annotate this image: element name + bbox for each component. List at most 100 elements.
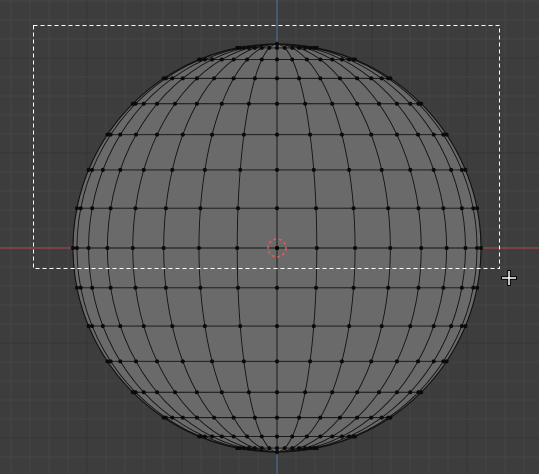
mesh-vertex [386, 285, 391, 290]
mesh-vertex [141, 390, 146, 395]
mesh-vertex [241, 45, 246, 50]
mesh-vertex [198, 285, 203, 290]
mesh-vertex [105, 246, 110, 250]
mesh-vertex [339, 57, 344, 62]
mesh-vertex [194, 390, 199, 395]
mesh-vertex [449, 167, 454, 172]
mesh-vertex [308, 359, 313, 364]
3d-viewport[interactable] [0, 0, 539, 474]
mesh-vertex [297, 45, 302, 50]
mesh-vertex [308, 45, 313, 50]
mesh-vertex [155, 390, 160, 395]
mesh-vertex [275, 434, 279, 439]
mesh-vertex [394, 132, 399, 137]
mesh-vertex [259, 45, 264, 50]
mesh-vertex [297, 76, 302, 81]
mesh-vertex [347, 324, 352, 329]
mesh-vertex [133, 359, 138, 364]
mesh-vertex [353, 434, 358, 439]
mesh-vertex [198, 434, 203, 439]
mesh-vertex [170, 167, 175, 172]
mesh-vertex [180, 359, 185, 364]
mesh-vertex [386, 206, 391, 211]
mesh-vertex [394, 101, 399, 106]
mesh-vertex [210, 57, 215, 62]
mesh-vertex [252, 446, 257, 451]
mesh-vertex [463, 324, 468, 329]
mesh-vertex [210, 359, 215, 364]
mesh-vertex [241, 132, 246, 137]
mesh-vertex [408, 101, 413, 106]
mesh-vertex [238, 324, 243, 329]
mesh-vertex [379, 324, 384, 329]
mesh-vertex [308, 446, 313, 451]
mesh-vertex [90, 324, 95, 329]
mesh-vertex [245, 57, 250, 62]
mesh-vertex [170, 76, 175, 81]
mesh-vertex [74, 285, 79, 290]
mesh-vertex [275, 415, 279, 420]
mesh-vertex [180, 132, 185, 137]
mesh-vertex [318, 434, 323, 439]
mesh-vertex [86, 246, 91, 250]
mesh-vertex [118, 359, 123, 364]
mesh-vertex [90, 206, 95, 211]
mesh-vertex [318, 76, 323, 81]
mesh-vertex [314, 45, 319, 50]
mesh-vertex [170, 324, 175, 329]
mesh-vertex [311, 324, 316, 329]
mesh-vertex [118, 132, 123, 137]
mesh-vertex [252, 45, 257, 50]
mesh-vertex [108, 132, 113, 137]
mesh-vertex [353, 57, 358, 62]
mesh-vertex [318, 415, 323, 420]
mesh-vertex [339, 132, 344, 137]
viewport-canvas[interactable] [0, 0, 539, 474]
mesh-vertex [275, 285, 279, 290]
mesh-vertex [238, 446, 243, 451]
mesh-vertex [471, 206, 476, 211]
mesh-vertex [155, 359, 160, 364]
mesh-vertex [304, 57, 309, 62]
mesh-vertex [141, 167, 146, 172]
mesh-vertex [74, 206, 79, 211]
mesh-vertex [238, 167, 243, 172]
mesh-vertex [180, 415, 185, 420]
mesh-vertex [155, 101, 160, 106]
mesh-vertex [246, 45, 251, 50]
mesh-vertex [419, 246, 424, 250]
mesh-vertex [267, 446, 272, 451]
mesh-vertex [118, 167, 123, 172]
mesh-vertex [267, 45, 272, 50]
mesh-vertex [459, 285, 464, 290]
mesh-vertex [194, 76, 199, 81]
mesh-vertex [275, 132, 279, 137]
mesh-vertex [78, 285, 83, 290]
mesh-vertex [377, 390, 381, 395]
mesh-vertex [246, 390, 251, 395]
mesh-vertex [463, 246, 468, 250]
mesh-vertex [339, 434, 344, 439]
mesh-vertex [355, 76, 360, 81]
mesh-vertex [282, 45, 287, 50]
mesh-vertex [377, 101, 381, 106]
mesh-vertex [246, 101, 251, 106]
mesh-vertex [163, 415, 168, 420]
mesh-vertex [282, 446, 287, 451]
mesh-vertex [351, 285, 356, 290]
mesh-vertex [431, 167, 436, 172]
mesh-vertex [163, 76, 168, 81]
mesh-vertex [241, 359, 246, 364]
mesh-vertex [118, 324, 123, 329]
mesh-vertex [330, 390, 335, 395]
mesh-vertex [290, 434, 295, 439]
mesh-vertex [173, 390, 177, 395]
mesh-vertex [275, 446, 279, 451]
mesh-vertex [347, 57, 352, 62]
mesh-vertex [100, 324, 105, 329]
mesh-vertex [194, 101, 199, 106]
mesh-vertex [475, 285, 480, 290]
mesh-vertex [431, 359, 436, 364]
mesh-vertex [314, 285, 319, 290]
mesh-vertex [210, 434, 215, 439]
